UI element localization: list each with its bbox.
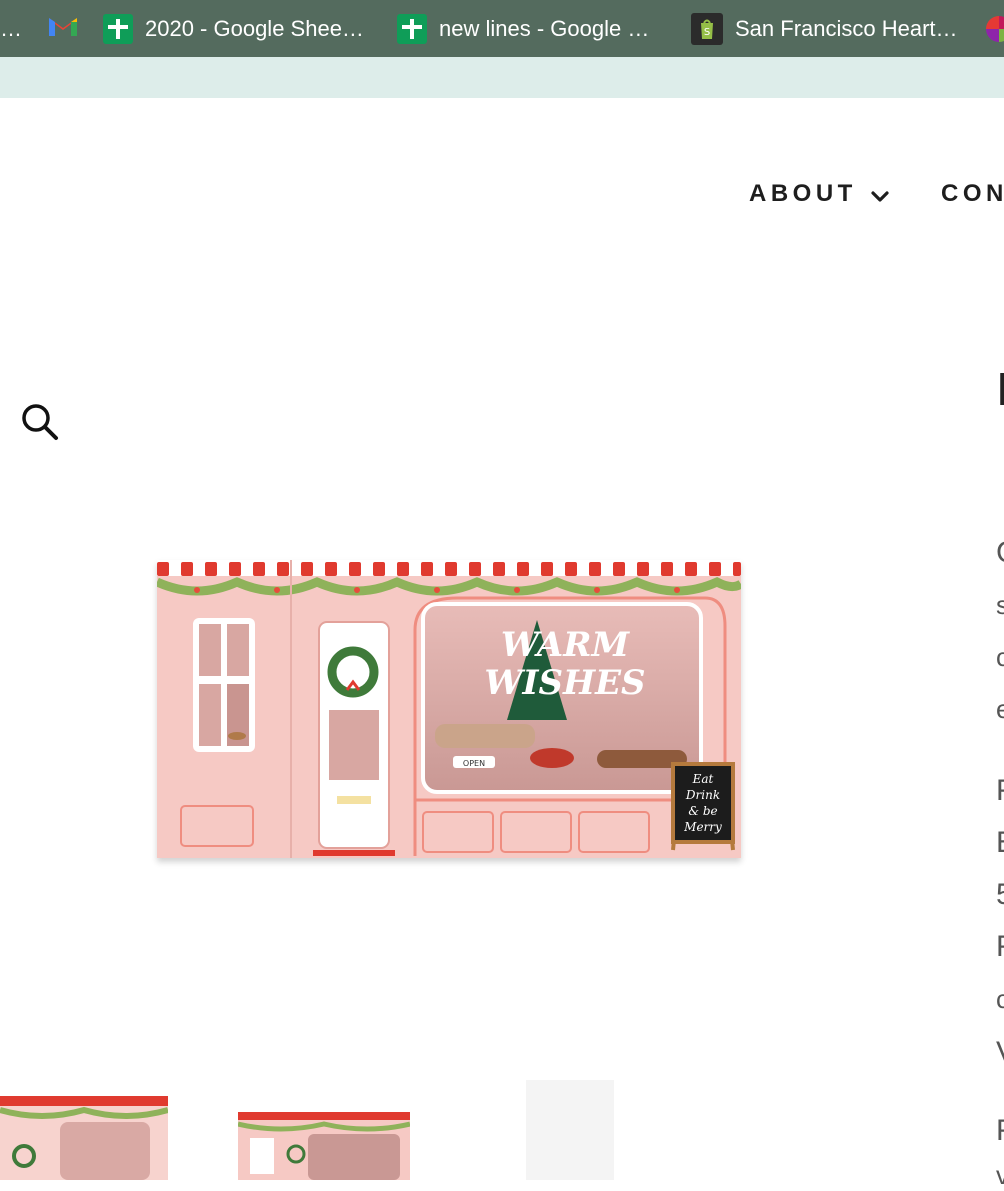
multicolor-icon [986, 15, 1004, 42]
description-line: C [996, 536, 1004, 570]
search-icon[interactable] [20, 402, 60, 442]
product-title: I [996, 363, 1004, 415]
chalkboard-sign: Eat Drink & be Merry [671, 762, 735, 851]
bookmark-new-lines-sheets[interactable]: new lines - Google … [397, 0, 649, 57]
details-line: F [996, 774, 1004, 808]
product-thumbnail-2[interactable] [238, 1112, 410, 1180]
bookmark-label: new lines - Google … [439, 15, 650, 41]
announcement-bar [0, 57, 1004, 98]
bookmark-san-francisco[interactable]: S San Francisco Heart… [691, 0, 958, 57]
product-thumbnail-1[interactable] [0, 1096, 168, 1180]
details-line: V [996, 1036, 1004, 1070]
bookmark-multicolor[interactable] [986, 0, 1004, 57]
details-line: F [996, 930, 1004, 964]
bookmark-label: San Francisco Heart… [735, 15, 958, 41]
svg-text:S: S [704, 27, 710, 38]
description-line: c [996, 642, 1004, 672]
description-line: s [996, 590, 1004, 620]
details-line: c [996, 984, 1004, 1014]
details-line: v [996, 1160, 1004, 1190]
gmail-icon [47, 14, 79, 44]
details-line: F [996, 1114, 1004, 1148]
bookmark-gmail[interactable] [47, 0, 79, 57]
bookmarks-bar: … 2020 - Google Shee… new lines - Google… [0, 0, 1004, 57]
description-line: e [996, 694, 1004, 724]
nav-contact[interactable]: CON [941, 180, 1004, 208]
bookmark-label: 2020 - Google Shee… [145, 15, 364, 41]
sign-line3: & be [688, 804, 717, 818]
open-sign-text: OPEN [463, 759, 485, 768]
window-text-line1: WARM [501, 625, 631, 665]
sign-line1: Eat [692, 772, 714, 786]
sheets-icon [397, 13, 427, 44]
product-main-image[interactable]: OPEN WARM WISHES Eat Drink & be Merry [155, 560, 744, 858]
chevron-down-icon[interactable] [869, 186, 891, 213]
left-window [193, 618, 255, 752]
bookmark-overflow-label: … [0, 15, 22, 41]
bookmark-2020-sheets[interactable]: 2020 - Google Shee… [103, 0, 364, 57]
door [313, 621, 395, 856]
details-line: E [996, 826, 1004, 860]
sign-line4: Merry [683, 820, 722, 834]
nav-about[interactable]: ABOUT [749, 180, 857, 208]
details-line: 5 [996, 878, 1004, 912]
sheets-icon [103, 13, 133, 44]
window-text-line2: WISHES [484, 663, 645, 703]
shopify-icon: S [691, 12, 723, 45]
product-thumbnail-3[interactable] [526, 1080, 614, 1180]
sign-line2: Drink [685, 788, 720, 802]
bookmark-overflow[interactable]: … [0, 0, 22, 57]
